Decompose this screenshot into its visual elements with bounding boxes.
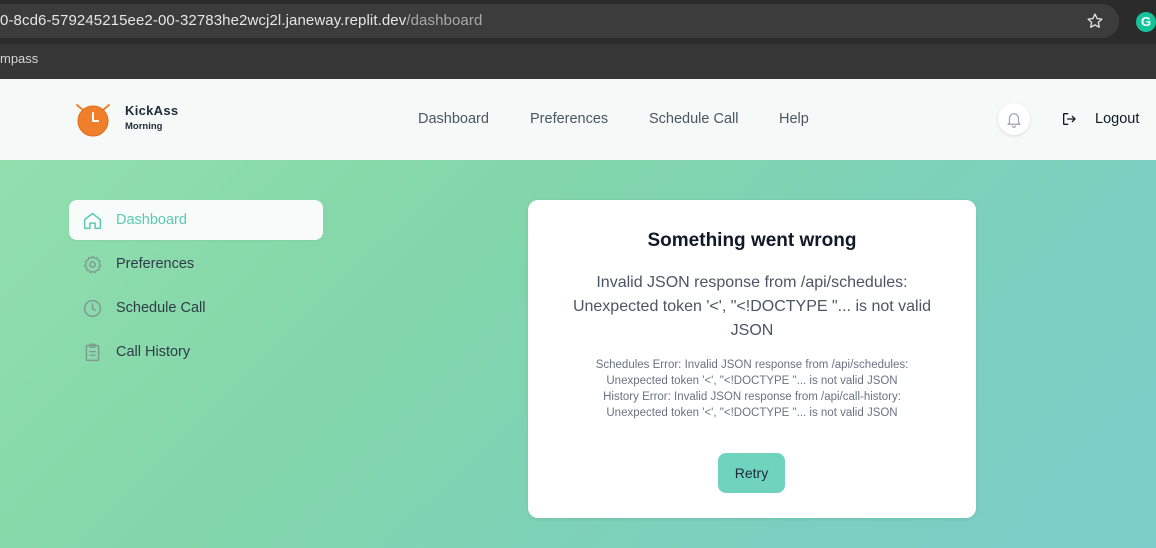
sidebar-item-dashboard[interactable]: Dashboard bbox=[69, 200, 323, 240]
gear-icon bbox=[84, 255, 102, 274]
logo-subtitle: Morning bbox=[125, 121, 163, 132]
sidebar-item-label: Schedule Call bbox=[116, 300, 206, 316]
browser-toolbar: 0-8cd6-579245215ee2-00-32783he2wcj2l.jan… bbox=[0, 0, 1156, 44]
sidebar-item-label: Call History bbox=[116, 344, 191, 360]
sidebar-item-label: Preferences bbox=[116, 256, 195, 272]
url-host: 0-8cd6-579245215ee2-00-32783he2wcj2l.jan… bbox=[0, 12, 407, 29]
bookmarks-bar: mpass bbox=[0, 44, 1156, 79]
error-card: Something went wrong Invalid JSON respon… bbox=[528, 200, 976, 518]
error-detail-line: Schedules Error: Invalid JSON response f… bbox=[595, 359, 909, 371]
bell-icon bbox=[1007, 113, 1021, 128]
address-bar[interactable]: 0-8cd6-579245215ee2-00-32783he2wcj2l.jan… bbox=[0, 4, 1119, 38]
error-detail-line: History Error: Invalid JSON response fro… bbox=[603, 391, 901, 403]
error-message: Invalid JSON response from /api/schedule… bbox=[572, 274, 932, 339]
nav-help[interactable]: Help bbox=[779, 111, 809, 127]
logout-icon[interactable] bbox=[1061, 111, 1077, 127]
nav-schedule-call[interactable]: Schedule Call bbox=[649, 111, 738, 127]
sidebar-item-call-history[interactable]: Call History bbox=[69, 332, 323, 372]
alarm-clock-logo-icon[interactable] bbox=[74, 101, 112, 137]
nav-preferences[interactable]: Preferences bbox=[530, 111, 608, 127]
logout-button[interactable]: Logout bbox=[1095, 111, 1139, 127]
error-detail-line: Unexpected token '<', "<!DOCTYPE "... is… bbox=[606, 375, 898, 387]
grammarly-extension-icon[interactable]: G bbox=[1136, 12, 1156, 32]
sidebar-item-label: Dashboard bbox=[116, 212, 187, 228]
clock-icon bbox=[83, 299, 102, 318]
sidebar-item-schedule-call[interactable]: Schedule Call bbox=[69, 288, 323, 328]
logo-title: KickAss bbox=[125, 103, 179, 118]
nav-dashboard[interactable]: Dashboard bbox=[418, 111, 489, 127]
error-details: Schedules Error: Invalid JSON response f… bbox=[552, 357, 952, 421]
bookmark-item[interactable]: mpass bbox=[0, 51, 38, 66]
home-icon bbox=[83, 212, 102, 230]
notifications-button[interactable] bbox=[998, 103, 1030, 135]
error-detail-line: Unexpected token '<', "<!DOCTYPE "... is… bbox=[606, 407, 898, 419]
bookmark-star-icon[interactable] bbox=[1086, 12, 1104, 30]
clipboard-icon bbox=[85, 343, 100, 362]
url-path: /dashboard bbox=[406, 12, 483, 29]
sidebar-item-preferences[interactable]: Preferences bbox=[69, 244, 323, 284]
retry-button[interactable]: Retry bbox=[718, 453, 785, 493]
error-title: Something went wrong bbox=[647, 230, 857, 251]
address-text[interactable]: 0-8cd6-579245215ee2-00-32783he2wcj2l.jan… bbox=[0, 12, 482, 29]
